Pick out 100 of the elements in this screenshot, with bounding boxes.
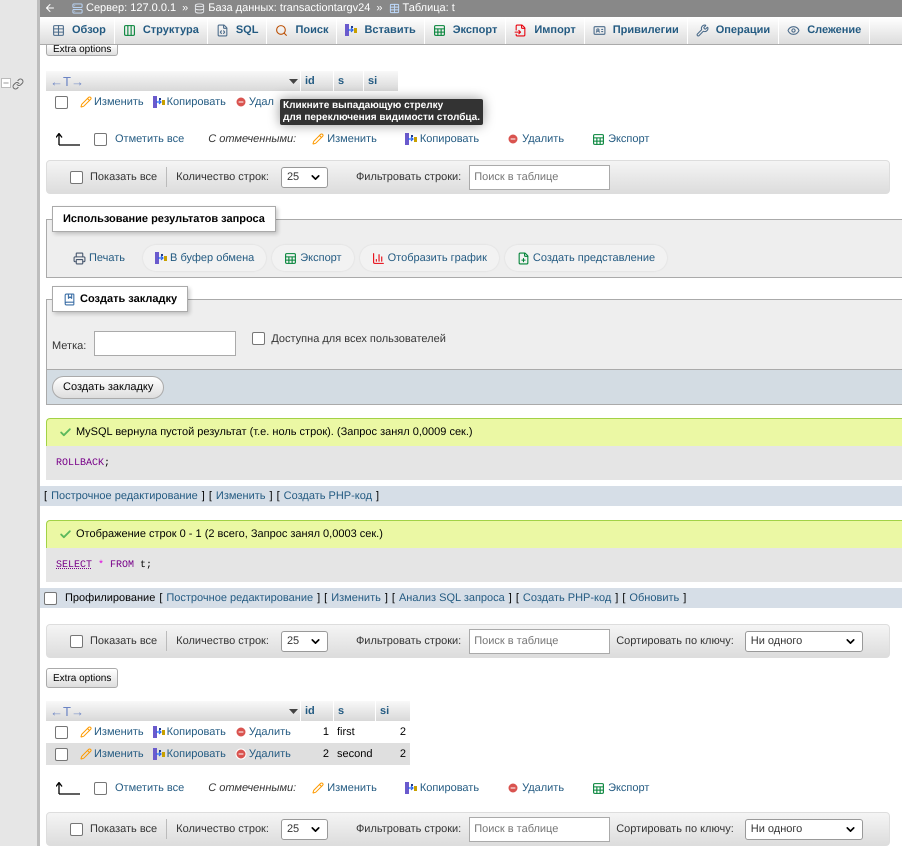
table-cell-text: 1 xyxy=(322,724,329,740)
dropdown-triangle-icon[interactable] xyxy=(289,78,298,84)
bulk-action-link[interactable]: Экспорт xyxy=(592,130,650,148)
query-link[interactable]: Создать PHP-код xyxy=(522,590,612,606)
result-action-button[interactable]: Отобразить график xyxy=(360,245,499,271)
collapse-icon[interactable] xyxy=(1,78,11,88)
checkbox[interactable] xyxy=(252,332,266,345)
nav-tab[interactable]: Поиск xyxy=(267,16,338,44)
nav-tab[interactable]: Вставить xyxy=(337,16,425,44)
breadcrumb-link[interactable]: Таблица: t xyxy=(388,0,455,16)
query-link[interactable]: Анализ SQL запроса xyxy=(398,590,505,606)
nav-tab[interactable]: Импорт xyxy=(506,16,585,44)
checkbox[interactable] xyxy=(70,170,83,184)
nav-tab[interactable]: Привилегии xyxy=(584,16,688,44)
nav-tab[interactable]: Операции xyxy=(688,16,780,44)
filter-input[interactable]: Поиск в таблице xyxy=(469,816,610,842)
nav-tab[interactable]: Экспорт xyxy=(424,16,506,44)
column-header[interactable]: id xyxy=(305,72,315,90)
database-icon xyxy=(194,2,206,14)
select-dropdown[interactable]: Ни одного xyxy=(744,818,863,840)
checkbox[interactable] xyxy=(44,592,57,604)
row-action-link[interactable]: Удалить xyxy=(234,724,291,740)
filter-label: Фильтровать строки: xyxy=(356,170,462,185)
row-action-link[interactable]: Копировать xyxy=(152,94,226,110)
result-action-button[interactable]: Создать представление xyxy=(504,245,668,271)
bulk-action-link[interactable]: Изменить xyxy=(312,780,377,796)
column-header[interactable]: id xyxy=(305,702,315,720)
table-icon xyxy=(388,2,400,14)
table-cell-text: 2 xyxy=(400,724,406,740)
bookmark-label-input[interactable] xyxy=(94,331,236,356)
filter-input[interactable]: Поиск в таблице xyxy=(469,628,610,654)
checkbox[interactable] xyxy=(55,726,68,738)
checkbox[interactable] xyxy=(70,822,83,836)
checkbox[interactable] xyxy=(94,782,107,794)
back-arrow-icon[interactable] xyxy=(44,2,56,14)
minus-circle-icon xyxy=(234,96,247,108)
dropdown-triangle-icon[interactable] xyxy=(289,708,298,714)
row-action-link[interactable]: Копировать xyxy=(152,746,226,762)
row-action-link[interactable]: Удал xyxy=(234,94,274,110)
bulk-action-link[interactable]: Удалить xyxy=(507,780,564,796)
bookmark-icon xyxy=(63,292,76,306)
bracket: [ xyxy=(516,590,519,606)
row-action-link[interactable]: Копировать xyxy=(152,724,226,740)
row-count-label: Количество строк: xyxy=(176,822,269,837)
row-action-link[interactable]: Изменить xyxy=(80,94,144,110)
bracket: [ xyxy=(622,590,626,606)
bulk-action-link[interactable]: Копировать xyxy=(404,130,480,148)
column-header[interactable]: s xyxy=(338,702,344,720)
extra-options-button[interactable]: Extra options xyxy=(46,668,118,688)
select-dropdown[interactable]: 25 xyxy=(280,630,328,652)
breadcrumb-link[interactable]: База данных: transactiontargv24 xyxy=(194,0,370,16)
sort-label: Сортировать по ключу: xyxy=(616,822,734,837)
result-action-button[interactable]: Печать xyxy=(61,245,138,271)
nav-tab[interactable]: SQL xyxy=(208,16,268,44)
nav-tab[interactable]: Обзор xyxy=(44,16,115,44)
result-action-button[interactable]: Экспорт xyxy=(272,245,354,271)
bulk-action-link[interactable]: Экспорт xyxy=(592,780,650,796)
printer-icon xyxy=(73,252,86,264)
result-action-button[interactable]: В буфер обмена xyxy=(143,245,266,271)
query-link[interactable]: Изменить xyxy=(331,590,381,606)
filter-input[interactable]: Поиск в таблице xyxy=(469,164,610,190)
select-dropdown[interactable]: 25 xyxy=(280,818,328,840)
row-action-link[interactable]: Удалить xyxy=(234,746,291,762)
query-link[interactable]: Построчное редактирование xyxy=(166,590,314,606)
query-link[interactable]: Изменить xyxy=(216,488,266,504)
select-dropdown[interactable]: 25 xyxy=(280,166,328,188)
create-bookmark-button[interactable]: Создать закладку xyxy=(52,376,164,398)
column-header[interactable]: si xyxy=(368,72,378,90)
check-all-link[interactable]: Отметить все xyxy=(115,780,184,796)
query-link[interactable]: Создать PHP-код xyxy=(284,488,372,504)
select-dropdown[interactable]: Ни одного xyxy=(744,630,863,652)
row-action-link[interactable]: Изменить xyxy=(80,746,144,762)
bracket: [ xyxy=(44,488,48,504)
checkbox[interactable] xyxy=(70,634,83,648)
breadcrumb-link[interactable]: Сервер: 127.0.0.1 xyxy=(72,0,176,16)
column-header[interactable]: s xyxy=(338,72,344,90)
bulk-action-link[interactable]: Изменить xyxy=(312,130,377,148)
checkbox[interactable] xyxy=(55,96,68,108)
message-text: Отображение строк 0 - 1 (2 всего, Запрос занял 0,0003 сек.) xyxy=(76,527,383,542)
checkbox[interactable] xyxy=(94,132,107,146)
show-all-label: Показать все xyxy=(90,634,158,649)
checkbox[interactable] xyxy=(55,748,68,760)
column-header[interactable]: si xyxy=(380,702,390,720)
search-icon xyxy=(275,24,288,37)
check-icon xyxy=(59,426,72,439)
bracket: ] xyxy=(270,488,273,504)
row-action-link[interactable]: Изменить xyxy=(80,724,144,740)
nav-tab[interactable]: Слежение xyxy=(779,16,870,44)
query-link[interactable]: Обновить xyxy=(629,590,680,606)
extra-options-button[interactable]: Extra options xyxy=(46,45,118,56)
bulk-action-link[interactable]: Удалить xyxy=(507,130,564,148)
link-icon[interactable] xyxy=(12,78,24,90)
bulk-action-link[interactable]: Копировать xyxy=(404,780,480,796)
nav-tab[interactable]: Структура xyxy=(114,16,208,44)
check-all-link[interactable]: Отметить все xyxy=(115,130,184,148)
with-selected-label: С отмеченными: xyxy=(208,780,296,796)
wrench-icon xyxy=(696,24,709,37)
bracket: ] xyxy=(683,590,686,606)
query-link[interactable]: Построчное редактирование xyxy=(51,488,198,504)
profiling-label: Профилирование xyxy=(65,590,156,606)
